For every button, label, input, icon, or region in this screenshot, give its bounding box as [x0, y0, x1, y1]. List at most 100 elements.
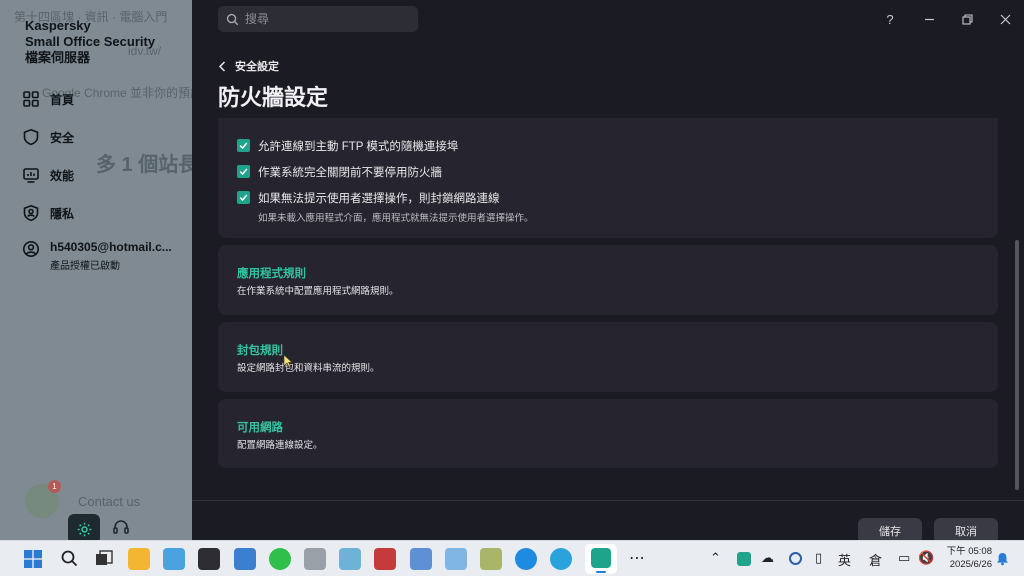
user-icon	[23, 241, 39, 257]
sidebar-item-label: 首頁	[50, 92, 75, 107]
active-indicator	[596, 571, 606, 573]
page-title: 防火牆設定	[218, 85, 329, 110]
gear-icon	[77, 522, 91, 536]
packet-rules-title[interactable]: 封包規則	[237, 342, 283, 358]
app-rules-desc: 在作業系統中配置應用程式網路規則。	[237, 286, 399, 297]
background-ghost-contact: Contact us	[78, 494, 141, 509]
telegram-icon[interactable]	[550, 548, 572, 570]
performance-icon	[23, 168, 39, 183]
brand-line3: 檔案伺服器	[25, 50, 91, 65]
close-icon	[1000, 14, 1010, 24]
privacy-shield-icon	[23, 204, 39, 222]
kaspersky-active-taskbar-item[interactable]	[585, 544, 617, 574]
checkbox-keep-firewall[interactable]	[237, 165, 250, 178]
firewall-options-card: 允許連線到主動 FTP 模式的隨機連接埠 作業系統完全關閉前不要停用防火牆 如果…	[218, 118, 998, 238]
scrollbar[interactable]	[1015, 240, 1019, 490]
search-input[interactable]	[245, 12, 405, 26]
search-icon	[226, 13, 239, 25]
option-ftp-ports[interactable]: 允許連線到主動 FTP 模式的隨機連接埠	[237, 138, 458, 154]
minimize-icon	[924, 18, 934, 20]
start-windows-icon[interactable]	[24, 550, 42, 568]
checkbox-block-network[interactable]	[237, 191, 250, 204]
network-icon[interactable]: ▭	[898, 550, 910, 566]
sidebar-item-home[interactable]: 首頁	[22, 90, 190, 108]
option-description: 如果未載入應用程式介面，應用程式就無法提示使用者選擇操作。	[258, 213, 534, 224]
app-icon-2[interactable]	[234, 548, 256, 570]
ime-mode[interactable]: 倉	[869, 550, 882, 569]
cloud-icon[interactable]: ☁	[761, 550, 774, 566]
license-status: 產品授權已啟動	[50, 261, 120, 272]
minimize-button[interactable]	[916, 8, 942, 30]
restore-button[interactable]	[954, 8, 980, 30]
account-entry[interactable]: h540305@hotmail.c... 產品授權已啟動	[22, 240, 172, 272]
checkbox-ftp-ports[interactable]	[237, 139, 250, 152]
check-icon	[239, 142, 248, 150]
app-icon-6[interactable]	[410, 548, 432, 570]
settings-button[interactable]	[68, 514, 100, 540]
kaspersky-icon	[591, 548, 611, 568]
app-icon-7[interactable]	[445, 548, 467, 570]
app-rules-card[interactable]: 應用程式規則 在作業系統中配置應用程式網路規則。	[218, 245, 998, 315]
app-icon-1[interactable]	[163, 548, 185, 570]
available-networks-desc: 配置網路連線設定。	[237, 440, 323, 451]
notification-bell-icon[interactable]	[996, 552, 1009, 566]
task-view-icon[interactable]	[95, 550, 113, 568]
edge-icon[interactable]	[515, 548, 537, 570]
close-button[interactable]	[992, 8, 1018, 30]
restore-icon	[961, 13, 973, 25]
back-label: 安全設定	[235, 61, 279, 73]
sidebar: 第十四區塊 · 資訊 · 電腦入門 idv.tw/ Google Chrome …	[0, 0, 192, 540]
tray-app-icon[interactable]	[789, 552, 802, 565]
taskbar-search-icon[interactable]	[60, 549, 79, 568]
clock-time: 下午 05:08	[946, 546, 992, 557]
option-block-network[interactable]: 如果無法提示使用者選擇操作，則封鎖網路連線 如果未載入應用程式介面，應用程式就無…	[237, 190, 534, 224]
brand: Kaspersky Small Office Security 檔案伺服器	[25, 18, 155, 66]
shield-icon	[23, 128, 39, 146]
app-rules-title[interactable]: 應用程式規則	[237, 265, 306, 281]
footer-divider	[192, 500, 1024, 501]
home-grid-icon	[23, 91, 39, 107]
check-icon	[239, 194, 248, 202]
chevron-up-icon[interactable]: ⌃	[710, 550, 721, 566]
background-badge: 1	[48, 480, 61, 493]
sidebar-item-performance[interactable]: 效能	[22, 166, 190, 184]
sidebar-item-privacy[interactable]: 隱私	[22, 204, 190, 222]
chevron-left-icon	[218, 60, 226, 72]
app-icon-4[interactable]	[339, 548, 361, 570]
app-icon-8[interactable]	[480, 548, 502, 570]
available-networks-card[interactable]: 可用網路 配置網路連線設定。	[218, 399, 998, 468]
option-keep-firewall[interactable]: 作業系統完全關閉前不要停用防火牆	[237, 164, 442, 180]
option-label: 允許連線到主動 FTP 模式的隨機連接埠	[258, 141, 459, 153]
line-icon[interactable]	[269, 548, 291, 570]
available-networks-title[interactable]: 可用網路	[237, 419, 283, 435]
kaspersky-tray-icon[interactable]	[737, 552, 751, 566]
back-link[interactable]: 安全設定	[218, 58, 279, 74]
volume-muted-icon[interactable]: 🔇	[918, 550, 934, 566]
usb-icon[interactable]: ▯	[815, 550, 822, 566]
help-button[interactable]: ?	[877, 8, 903, 30]
brand-line2: Small Office Security	[25, 34, 156, 49]
app-icon-3[interactable]	[304, 548, 326, 570]
account-email: h540305@hotmail.c...	[50, 240, 172, 254]
option-label: 作業系統完全關閉前不要停用防火牆	[258, 167, 442, 179]
packet-rules-card[interactable]: 封包規則 設定網路封包和資料串流的規則。	[218, 322, 998, 392]
file-explorer-icon[interactable]	[128, 548, 150, 570]
search-box[interactable]	[218, 6, 418, 32]
packet-rules-desc: 設定網路封包和資料串流的規則。	[237, 363, 380, 374]
sidebar-item-label: 隱私	[50, 206, 75, 221]
check-icon	[239, 168, 248, 176]
support-button[interactable]	[112, 518, 130, 540]
headset-icon	[113, 520, 129, 534]
taskbar: ⋯ ⌃ ☁ ▯ 英 倉 ▭ 🔇 下午 05:08 2025/6/26	[0, 540, 1024, 576]
brand-line1: Kaspersky	[25, 18, 91, 33]
app-icon-5[interactable]	[374, 548, 396, 570]
option-label: 如果無法提示使用者選擇操作，則封鎖網路連線	[258, 193, 500, 205]
mouse-cursor-icon	[283, 354, 293, 368]
sidebar-item-label: 安全	[50, 130, 75, 145]
terminal-icon[interactable]	[198, 548, 220, 570]
help-label: ?	[886, 11, 894, 27]
clock[interactable]: 下午 05:08 2025/6/26	[940, 545, 992, 571]
ime-language[interactable]: 英	[838, 550, 851, 569]
more-apps-icon[interactable]: ⋯	[629, 548, 645, 568]
sidebar-item-security[interactable]: 安全	[22, 128, 190, 146]
